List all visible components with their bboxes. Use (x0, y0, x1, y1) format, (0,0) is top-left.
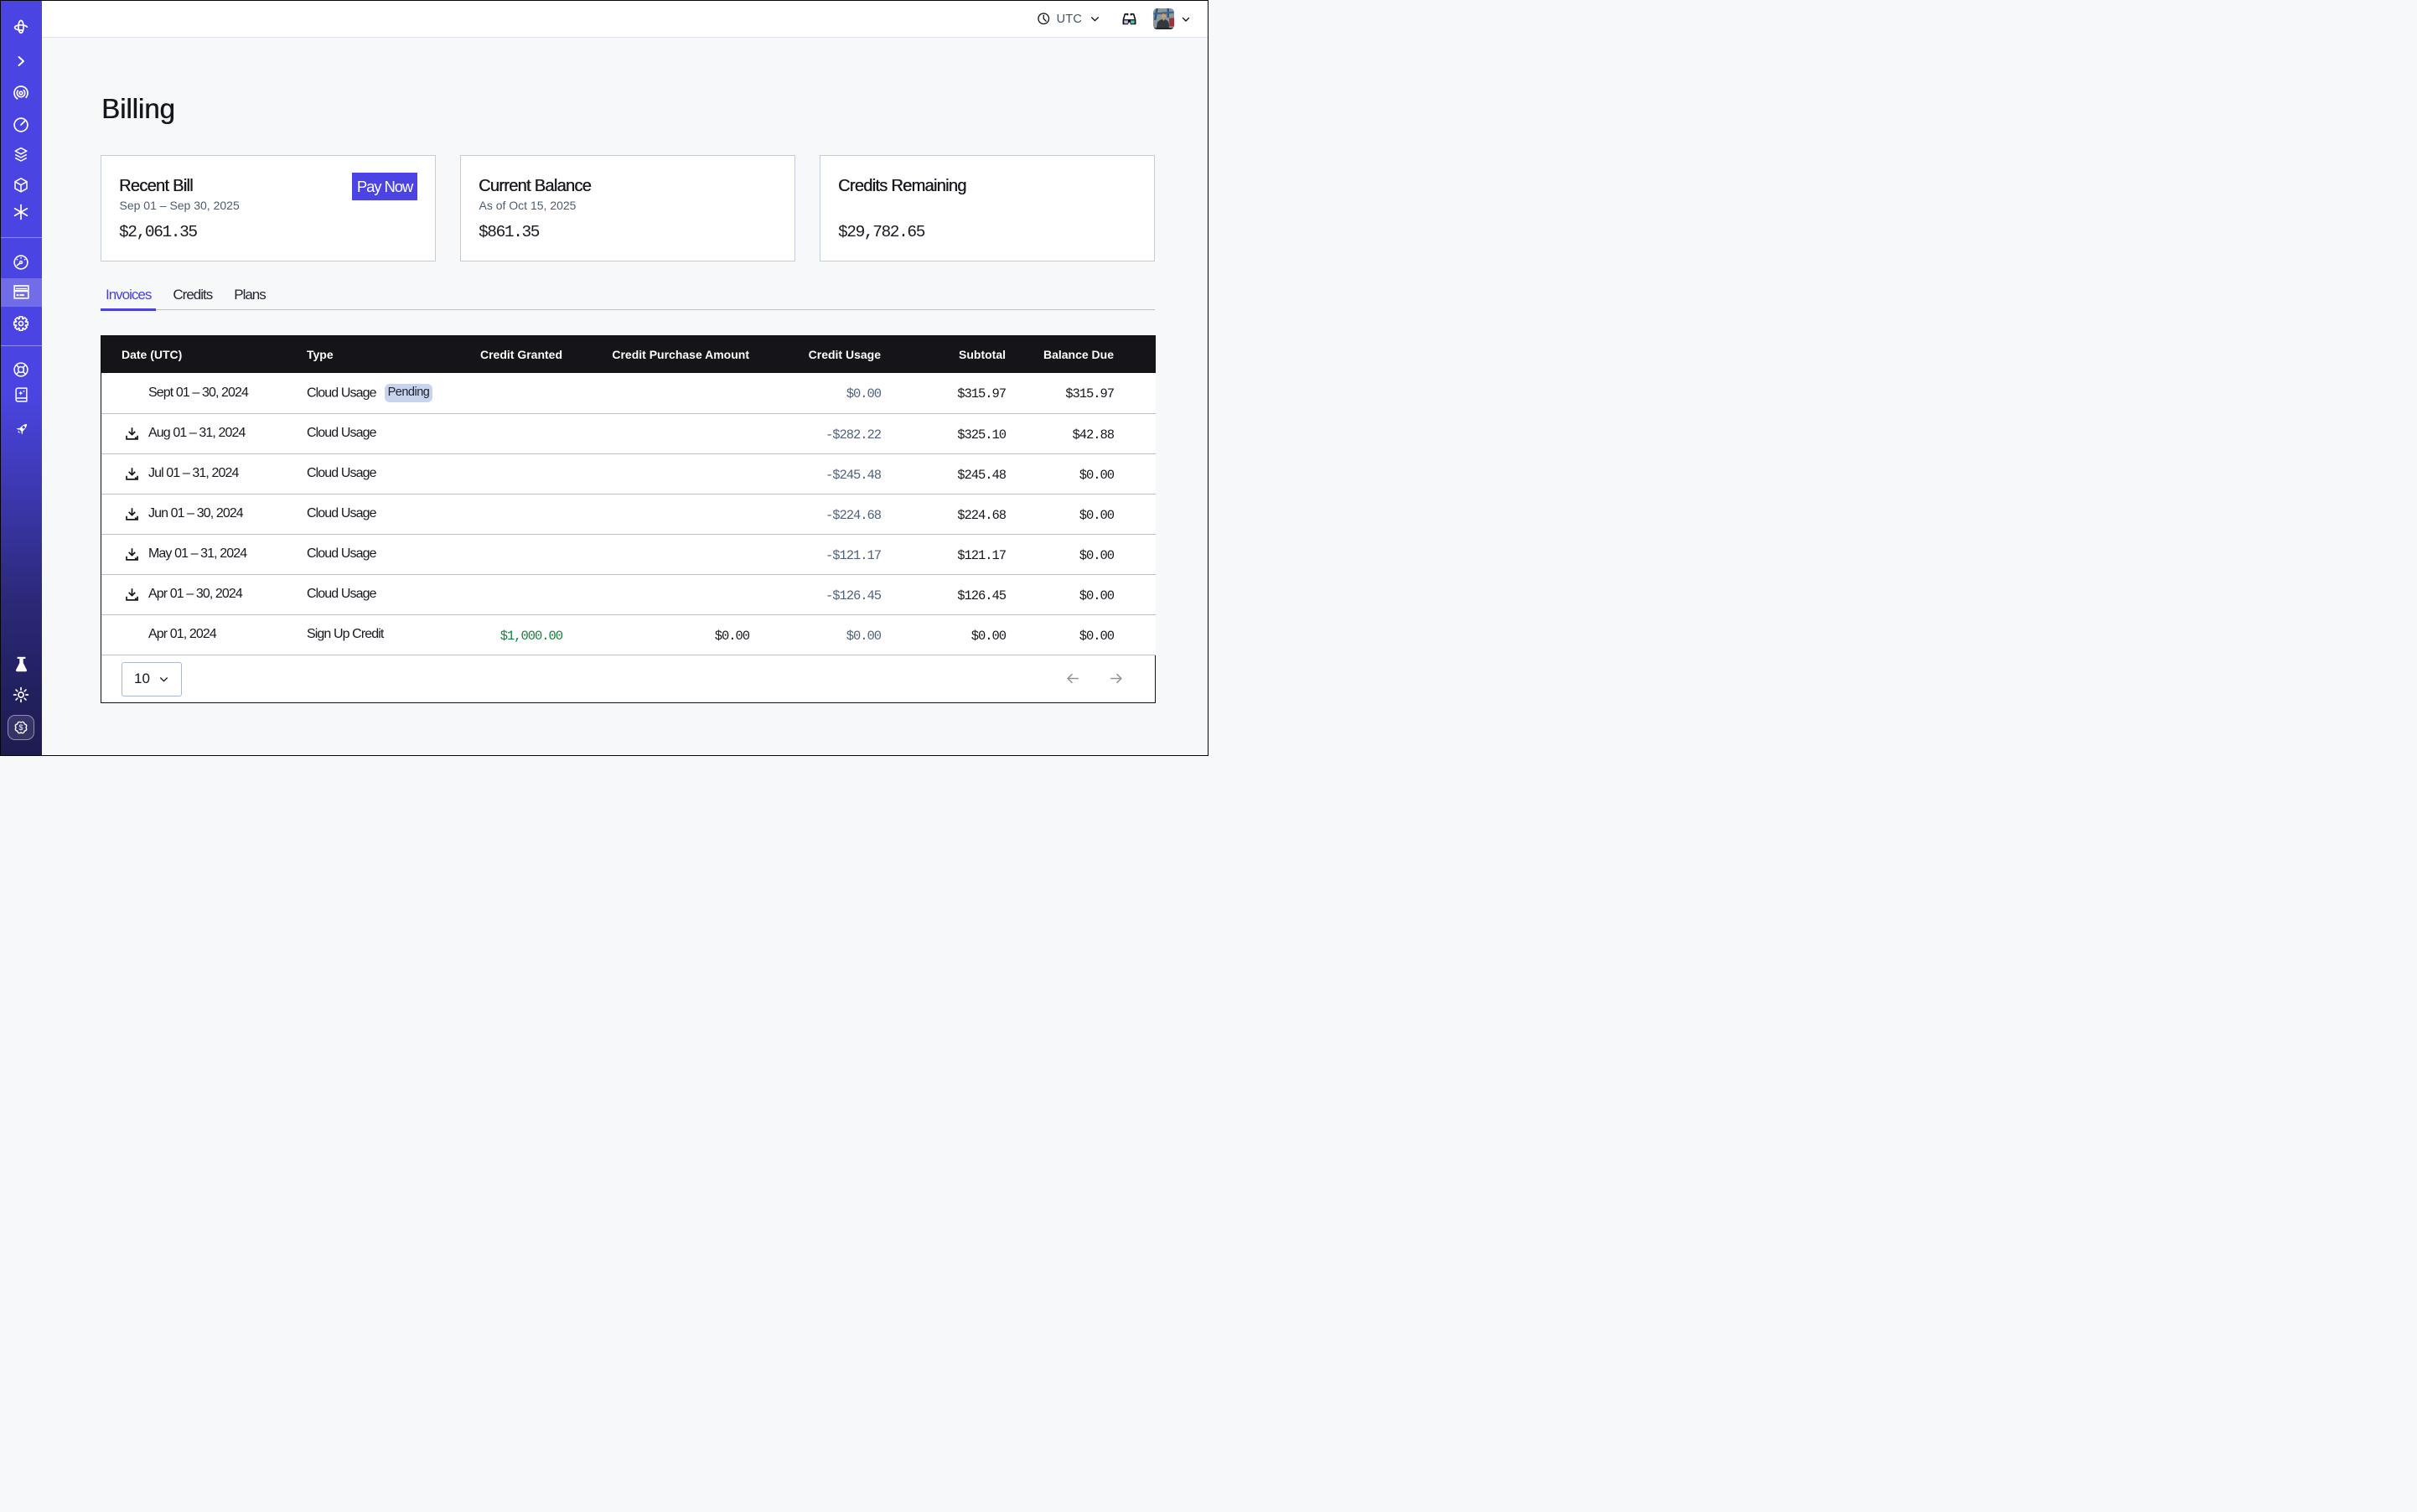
svg-text:$: $ (18, 723, 23, 732)
